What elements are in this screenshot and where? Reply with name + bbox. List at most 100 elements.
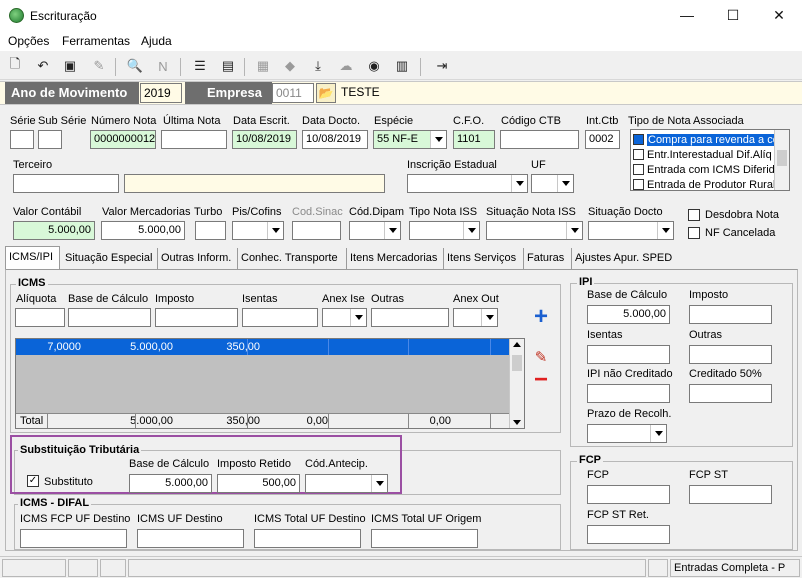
terceiro-name-input[interactable] (124, 174, 385, 193)
aliquota-input[interactable] (15, 308, 65, 327)
cloud-icon[interactable]: ☁ (336, 56, 356, 76)
report-icon[interactable]: ▤ (218, 56, 238, 76)
nf-cancelada-checkbox[interactable] (688, 227, 700, 239)
exit-icon[interactable]: ⇥ (432, 56, 452, 76)
list-item[interactable]: Entrada de Produtor Rural (633, 177, 774, 192)
grid-scrollbar[interactable] (509, 339, 524, 428)
chevron-down-icon[interactable] (513, 420, 521, 425)
menu-ferramentas[interactable]: Ferramentas (62, 34, 130, 48)
numero-nota-input[interactable]: 0000000012 (90, 130, 156, 149)
ipi-creditado-input[interactable] (689, 384, 772, 403)
nfe-icon[interactable]: N (153, 56, 173, 76)
tab-itens-mercadorias[interactable]: Itens Mercadorias (347, 248, 444, 269)
uf-select[interactable] (531, 174, 574, 193)
wand-icon[interactable]: ✎ (89, 56, 109, 76)
maximize-button[interactable]: ☐ (710, 0, 756, 31)
checkbox-icon[interactable] (633, 179, 644, 190)
remove-icon[interactable]: − (529, 366, 553, 393)
st-imposto-input[interactable]: 500,00 (217, 474, 300, 493)
fcp-input[interactable] (587, 485, 670, 504)
minimize-button[interactable]: — (664, 0, 710, 31)
fcp-st-input[interactable] (689, 485, 772, 504)
terceiro-code-input[interactable] (13, 174, 119, 193)
cod-sinac-input[interactable] (292, 221, 341, 240)
situacao-nota-iss-select[interactable] (486, 221, 583, 240)
tipo-nota-iss-select[interactable] (409, 221, 480, 240)
chevron-up-icon[interactable] (513, 342, 521, 347)
valor-mercadorias-input[interactable]: 5.000,00 (101, 221, 185, 240)
tipo-nota-listbox[interactable]: Compra para revenda a co Entr.Interestad… (630, 129, 790, 191)
ipi-outras-input[interactable] (689, 345, 772, 364)
sub-serie-input[interactable] (38, 130, 62, 149)
ano-input[interactable]: 2019 (140, 83, 182, 103)
list-item[interactable]: Compra para revenda a co (633, 132, 774, 147)
cod-dipam-select[interactable] (349, 221, 401, 240)
scroll-thumb[interactable] (512, 355, 522, 371)
st-base-input[interactable]: 5.000,00 (129, 474, 212, 493)
tab-ajustes-sped[interactable]: Ajustes Apur. SPED (572, 248, 679, 269)
ipi-isentas-input[interactable] (587, 345, 670, 364)
data-escrit-input[interactable]: 10/08/2019 (232, 130, 297, 149)
int-ctb-input[interactable]: 0002 (585, 130, 620, 149)
valor-contabil-input[interactable]: 5.000,00 (13, 221, 95, 240)
imposto-input[interactable] (155, 308, 238, 327)
tab-faturas[interactable]: Faturas (524, 248, 572, 269)
data-docto-input[interactable]: 10/08/2019 (302, 130, 368, 149)
turbo-input[interactable] (195, 221, 226, 240)
add-icon[interactable]: + (529, 303, 553, 330)
print-preview-icon[interactable]: 🔍 (125, 56, 145, 76)
fcp-st-ret-input[interactable] (587, 525, 670, 544)
anex-ise-select[interactable] (322, 308, 367, 327)
inscricao-select[interactable] (407, 174, 528, 193)
tab-itens-servicos[interactable]: Itens Serviços (444, 248, 524, 269)
menu-ajuda[interactable]: Ajuda (141, 34, 172, 48)
menu-opcoes[interactable]: Opções (8, 34, 49, 48)
new-document-icon[interactable]: 🗋 (5, 56, 25, 76)
desdobra-checkbox[interactable] (688, 209, 700, 221)
difal-total-destino-input[interactable] (254, 529, 361, 548)
outras-input[interactable] (371, 308, 449, 327)
icms-grid[interactable]: 7,0000 5.000,00 350,00 Total 5.000,00 35… (15, 338, 525, 429)
close-button[interactable]: ✕ (756, 0, 802, 31)
edit-pencil-icon[interactable]: ✎ (529, 346, 553, 368)
tab-icms-ipi[interactable]: ICMS/IPI (5, 246, 60, 269)
ipi-imposto-input[interactable] (689, 305, 772, 324)
download-icon[interactable]: ⤓ (308, 56, 328, 76)
list-item[interactable]: Entr.Interestadual Dif.Alíq (633, 147, 774, 162)
ultima-nota-input[interactable] (161, 130, 227, 149)
table-row[interactable]: 7,0000 5.000,00 350,00 (16, 339, 509, 355)
difal-uf-destino-input[interactable] (137, 529, 244, 548)
difal-total-origem-input[interactable] (371, 529, 478, 548)
isentas-input[interactable] (242, 308, 318, 327)
anex-out-select[interactable] (453, 308, 498, 327)
save-icon[interactable]: ▣ (60, 56, 80, 76)
pis-cofins-select[interactable] (232, 221, 284, 240)
difal-fcp-uf-input[interactable] (20, 529, 127, 548)
situacao-docto-select[interactable] (588, 221, 674, 240)
tab-conhec-transporte[interactable]: Conhec. Transporte (238, 248, 347, 269)
list-tree-icon[interactable]: ☰ (190, 56, 210, 76)
tab-outras-inform[interactable]: Outras Inform. (158, 248, 238, 269)
base-calculo-input[interactable] (68, 308, 151, 327)
folder-open-icon[interactable]: 📂 (316, 83, 336, 103)
building-icon[interactable]: ▦ (253, 56, 273, 76)
cfo-input[interactable]: 1101 (453, 130, 495, 149)
ipi-nao-creditado-input[interactable] (587, 384, 670, 403)
document-list-icon[interactable]: ▥ (392, 56, 412, 76)
cnpj-icon[interactable]: ◉ (364, 56, 384, 76)
empresa-code-input[interactable]: 0011 (272, 83, 314, 103)
cod-antecip-select[interactable] (305, 474, 388, 493)
list-item[interactable]: Entrada com ICMS Diferido (633, 162, 774, 177)
bag-icon[interactable]: ◆ (280, 56, 300, 76)
checkbox-icon[interactable] (633, 149, 644, 160)
prazo-select[interactable] (587, 424, 667, 443)
codigo-ctb-input[interactable] (500, 130, 579, 149)
especie-select[interactable]: 55 NF-E (373, 130, 447, 149)
tab-situacao-especial[interactable]: Situação Especial (62, 248, 158, 269)
serie-input[interactable] (10, 130, 34, 149)
ipi-base-input[interactable]: 5.000,00 (587, 305, 670, 324)
checkbox-icon[interactable] (633, 134, 644, 145)
scroll-thumb[interactable] (777, 150, 787, 166)
checkbox-icon[interactable] (633, 164, 644, 175)
listbox-scrollbar[interactable] (774, 130, 789, 190)
